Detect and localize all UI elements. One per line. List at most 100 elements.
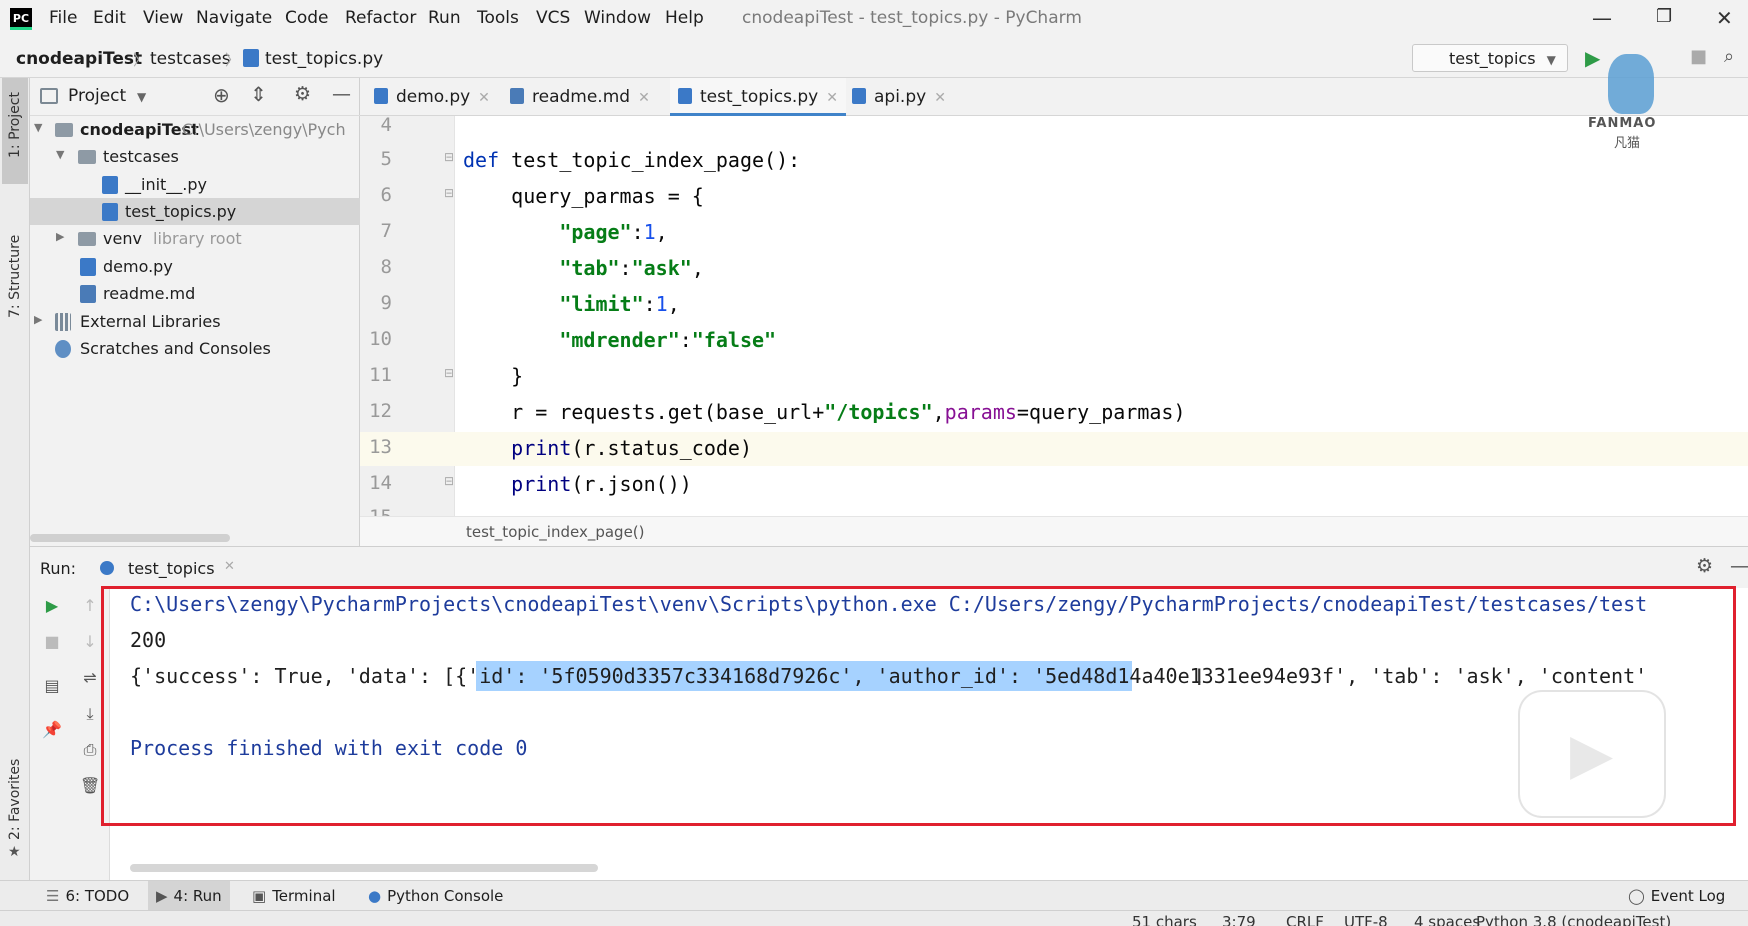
tree-row-demo[interactable]: demo.py [30,253,360,280]
python-file-icon [243,49,259,67]
trash-icon[interactable]: 🗑 [80,776,100,796]
tree-row-scratches[interactable]: Scratches and Consoles [30,335,360,362]
hide-panel-icon[interactable]: — [1730,555,1748,577]
close-tab-icon[interactable]: ✕ [934,90,946,106]
tab-demo-py[interactable]: demo.py ✕ [374,78,490,116]
python-console-tool-tab[interactable]: ● Python Console [368,887,503,905]
code-text: test_topic_index_page(): [499,148,801,172]
number-literal: 1 [643,220,656,244]
status-interpreter[interactable]: Python 3.8 (cnodeapiTest) [1476,913,1671,926]
project-panel-title[interactable]: Project [68,86,126,106]
string-literal: "mdrender" [463,328,680,352]
fold-icon[interactable]: ⊟ [444,186,454,200]
breadcrumb-project[interactable]: cnodeapiTest [16,49,142,69]
status-indent[interactable]: 4 spaces [1414,913,1480,926]
favorites-tool-tab[interactable]: 2: Favorites [7,759,23,840]
status-encoding[interactable]: UTF-8 [1344,913,1388,926]
run-config-selector[interactable]: test_topics ▼ [1412,44,1568,72]
fold-icon[interactable]: ⊟ [444,150,454,164]
menu-vcs[interactable]: VCS [536,8,570,28]
tab-test-topics-py[interactable]: test_topics.py ✕ [670,78,846,116]
close-icon[interactable]: ✕ [1716,6,1733,30]
stop-icon[interactable]: ■ [1690,46,1707,67]
code-text: : [679,328,692,352]
project-tool-tab[interactable]: 1: Project [7,92,23,158]
tab-label: api.py [874,87,927,107]
menu-navigate[interactable]: Navigate [196,8,272,28]
layout-icon[interactable]: ▤ [42,676,62,696]
menu-help[interactable]: Help [665,8,704,28]
function-breadcrumb[interactable]: test_topic_index_page() [466,523,645,541]
string-literal: "tab" [463,256,620,280]
menu-edit[interactable]: Edit [93,8,126,28]
menu-refactor[interactable]: Refactor [345,8,416,28]
video-play-button[interactable]: ▶ [1518,690,1666,818]
search-icon[interactable]: ⌕ [1724,46,1734,67]
console-horizontal-scrollbar[interactable] [130,864,598,872]
tree-item-label: venv [103,229,142,248]
gear-icon[interactable]: ⚙ [294,83,311,105]
stop-icon[interactable]: ■ [42,632,62,652]
close-tab-icon[interactable]: ✕ [224,559,235,574]
soft-wrap-icon[interactable]: ⇌ [80,668,100,688]
code-line-13: print(r.status_code) [463,436,752,460]
locate-icon[interactable]: ⊕ [213,83,230,107]
structure-tool-tab[interactable]: 7: Structure [7,235,23,318]
python-file-icon [102,176,118,194]
menu-window[interactable]: Window [584,8,651,28]
line-number: 9 [380,292,392,314]
tree-row-readme[interactable]: readme.md [30,280,360,307]
line-number: 8 [380,256,392,278]
menu-run[interactable]: Run [428,8,461,28]
code-line-5: def test_topic_index_page(): [463,148,800,172]
tree-row-testcases[interactable]: ▼ testcases [30,143,360,170]
python-run-icon [100,561,114,575]
tab-api-py[interactable]: api.py ✕ [852,78,946,116]
tab-readme-md[interactable]: readme.md ✕ [510,78,650,116]
code-line-12: r = requests.get(base_url+"/topics",para… [463,400,1185,424]
todo-tool-tab[interactable]: ☰ 6: TODO [46,887,129,905]
horizontal-scrollbar[interactable] [30,534,230,542]
scroll-down-icon[interactable]: ↓ [80,632,100,652]
tree-row-test-topics[interactable]: test_topics.py [30,198,360,225]
terminal-tool-tab[interactable]: ▣ Terminal [252,887,336,905]
close-tab-icon[interactable]: ✕ [826,90,838,106]
tree-item-path: C:\Users\zengy\Pych [182,120,346,139]
status-caret-position[interactable]: 3:79 [1222,913,1256,926]
line-number: 10 [369,328,392,350]
fold-icon[interactable]: ⊟ [444,366,454,380]
tree-row-init[interactable]: __init__.py [30,171,360,198]
close-tab-icon[interactable]: ✕ [478,90,490,106]
tree-row-venv[interactable]: ▶ venv library root [30,225,360,252]
tree-row-external-libraries[interactable]: ▶ External Libraries [30,308,360,335]
breadcrumb-folder[interactable]: testcases [150,49,231,69]
status-line-separator[interactable]: CRLF [1286,913,1324,926]
restore-icon[interactable]: ❐ [1656,6,1672,27]
rerun-icon[interactable]: ▶ [42,596,62,616]
menu-file[interactable]: File [49,8,77,28]
hide-panel-icon[interactable]: — [332,83,351,105]
menu-tools[interactable]: Tools [477,8,519,28]
run-tab-label[interactable]: test_topics [128,559,215,578]
pin-icon[interactable]: 📌 [42,720,62,740]
menu-code[interactable]: Code [285,8,329,28]
gear-icon[interactable]: ⚙ [1696,555,1713,577]
scroll-up-icon[interactable]: ↑ [80,596,100,616]
tree-row-cnodeapitest[interactable]: ▼ cnodeapiTest C:\Users\zengy\Pych [30,116,360,143]
print-icon[interactable]: ⎙ [80,740,100,760]
event-log-tool-tab[interactable]: ◯ Event Log [1628,887,1725,905]
minimize-icon[interactable]: — [1592,6,1612,30]
tree-item-label: demo.py [103,257,173,276]
breadcrumb-file[interactable]: test_topics.py [265,49,383,69]
run-tool-tab[interactable]: ▶ 4: Run [148,881,230,911]
collapse-all-icon[interactable]: ⇕ [250,82,267,106]
dropdown-arrow-icon[interactable]: ▼ [137,90,146,104]
close-tab-icon[interactable]: ✕ [638,90,650,106]
code-text: : [619,256,632,280]
scroll-to-end-icon[interactable]: ⤓ [80,704,100,724]
line-number: 6 [380,184,392,206]
menu-view[interactable]: View [143,8,183,28]
code-text: , [932,400,945,424]
fold-icon[interactable]: ⊟ [444,474,454,488]
tab-label: Event Log [1650,887,1726,905]
